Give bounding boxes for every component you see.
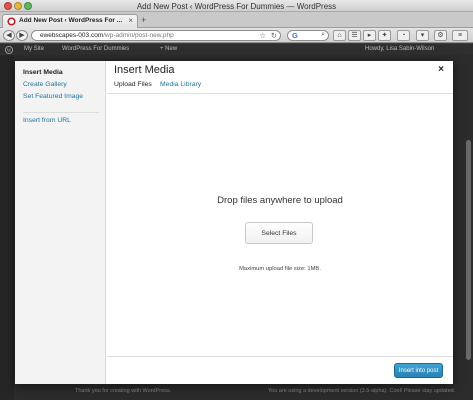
admin-bar-my-site[interactable]: My Site [24,46,44,52]
url-host: ewebscapes-003.com [40,32,104,39]
menu-item-set-featured-image[interactable]: Set Featured Image [23,93,83,100]
media-modal-menu: Insert Media Create Gallery Set Featured… [15,61,106,384]
addon-icon[interactable]: ✦ [378,30,391,41]
footer-thanks-text: Thank you for creating with WordPress. [75,388,172,394]
menu-icon[interactable]: ≡ [452,30,468,41]
address-bar[interactable]: ewebscapes-003.com/wp-admin/post-new.php… [31,30,281,41]
bookmark-star-icon[interactable]: ☆ [259,31,266,40]
admin-bar-new[interactable]: + New [160,46,177,52]
tab-upload-files[interactable]: Upload Files [114,81,152,88]
wordpress-favicon-icon [7,17,16,26]
modal-title: Insert Media [114,64,175,76]
window-title: Add New Post ‹ WordPress For Dummies — W… [136,2,337,11]
tab-title: Add New Post ‹ WordPress For ... [19,17,123,24]
forward-arrow-icon[interactable]: ▶ [16,30,28,41]
reload-icon[interactable]: ↻ [271,31,277,40]
extension-icon[interactable]: ▾ [416,30,429,41]
menu-separator [23,112,99,113]
url-path: /wp-admin/post-new.php [103,32,174,39]
new-tab-button[interactable]: + [141,15,146,25]
menu-item-insert-media[interactable]: Insert Media [23,69,63,76]
admin-bar-site-title[interactable]: WordPress For Dummies [62,46,129,52]
drop-files-instructions: Drop files anywhere to upload [217,195,343,206]
window-titlebar: Add New Post ‹ WordPress For Dummies — W… [0,0,473,12]
browser-tab[interactable]: Add New Post ‹ WordPress For ... × [2,14,138,28]
home-icon[interactable]: ⌂ [333,30,346,41]
insert-into-post-button[interactable]: Insert into post [394,363,443,378]
back-arrow-icon[interactable]: ◀ [3,30,15,41]
wordpress-logo-icon[interactable]: W [5,46,13,54]
modal-toolbar: Insert into post [107,356,453,384]
svg-text:W: W [7,49,12,54]
menu-item-create-gallery[interactable]: Create Gallery [23,81,67,88]
close-icon[interactable]: × [438,64,444,75]
tab-bar: Add New Post ‹ WordPress For ... × + [0,12,473,28]
insert-media-modal: Insert Media Create Gallery Set Featured… [15,61,453,384]
tab-close-icon[interactable]: × [128,16,133,25]
page-scrollbar[interactable] [466,140,471,360]
tab-media-library[interactable]: Media Library [160,81,201,88]
tabs-divider [107,93,453,94]
forward-page-icon[interactable]: ▸ [363,30,376,41]
navigation-bar: ◀ ▶ ewebscapes-003.com/wp-admin/post-new… [0,28,473,43]
search-box[interactable]: G ⌕ [287,30,329,41]
speed-dial-icon[interactable]: ◔ [397,30,410,41]
url-text: ewebscapes-003.com/wp-admin/post-new.php [40,32,174,39]
select-files-button[interactable]: Select Files [245,222,313,244]
settings-icon[interactable]: ⚙ [434,30,447,41]
dimmed-admin-sidebar [0,55,14,400]
footer-version-text: You are using a development version (3.5… [268,388,456,394]
bookmarks-icon[interactable]: ☰ [348,30,361,41]
search-icon[interactable]: ⌕ [321,31,325,39]
menu-item-insert-from-url[interactable]: Insert from URL [23,117,71,124]
admin-bar-greeting[interactable]: Howdy, Lisa Sabin-Wilson [365,46,434,52]
google-icon: G [292,31,298,40]
max-upload-size-text: Maximum upload file size: 1MB. [239,266,321,272]
wp-admin-bar: W My Site WordPress For Dummies + New Ho… [0,44,473,55]
